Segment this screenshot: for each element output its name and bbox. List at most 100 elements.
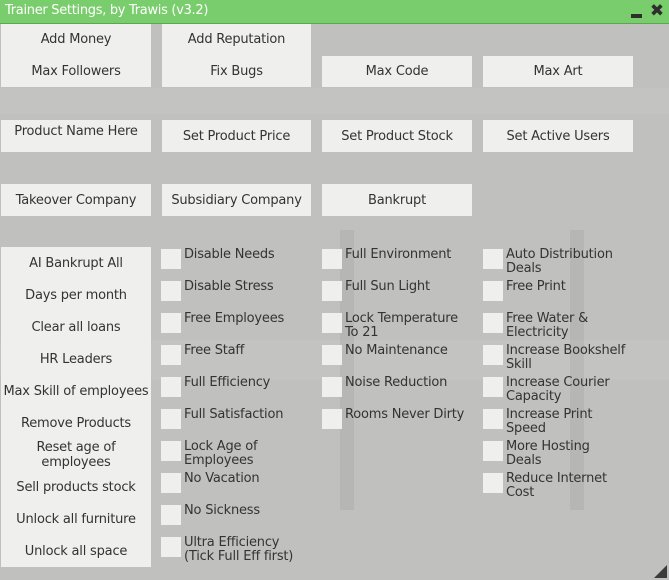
checkbox-increase-courier-capacity[interactable]: Increase Courier Capacity: [483, 376, 626, 404]
checkbox-label: Lock Age of Employees: [184, 439, 258, 468]
product-name-input[interactable]: Product Name Here: [1, 120, 151, 152]
checkbox-box[interactable]: [483, 409, 503, 429]
max-art-button[interactable]: Max Art: [483, 56, 633, 87]
resize-grip-icon[interactable]: [654, 565, 667, 578]
checkbox-no-vacation[interactable]: No Vacation: [161, 472, 319, 493]
checkbox-no-maintenance[interactable]: No Maintenance: [322, 344, 480, 365]
checkbox-box[interactable]: [483, 377, 503, 397]
checkbox-box[interactable]: [161, 441, 181, 461]
checkbox-box[interactable]: [322, 281, 342, 301]
checkbox-label: Increase Courier Capacity: [506, 375, 610, 404]
checkbox-free-employees[interactable]: Free Employees: [161, 312, 319, 333]
window-title: Trainer Settings, by Trawis (v3.2): [5, 3, 209, 18]
checkbox-box[interactable]: [322, 313, 342, 333]
subsidiary-company-button[interactable]: Subsidiary Company: [162, 184, 311, 216]
checkbox-label: Lock Temperature To 21: [345, 311, 458, 340]
checkbox-box[interactable]: [161, 505, 181, 525]
checkbox-box[interactable]: [483, 281, 503, 301]
checkbox-box[interactable]: [161, 249, 181, 269]
checkbox-no-sickness[interactable]: No Sickness: [161, 504, 319, 525]
checkbox-box[interactable]: [161, 345, 181, 365]
minimize-icon[interactable]: [630, 6, 644, 20]
set-product-stock-button[interactable]: Set Product Stock: [322, 120, 472, 152]
checkbox-label: Rooms Never Dirty: [345, 407, 465, 422]
background-scenery: [0, 88, 669, 114]
unlock-all-space-button[interactable]: Unlock all space: [1, 535, 151, 567]
checkbox-box[interactable]: [161, 537, 181, 557]
checkbox-label: Free Water & Electricity: [506, 311, 589, 340]
checkbox-label: Increase Print Speed: [506, 407, 593, 436]
checkbox-box[interactable]: [483, 249, 503, 269]
checkbox-label: No Maintenance: [345, 343, 448, 358]
ai-bankrupt-all-button[interactable]: AI Bankrupt All: [1, 247, 151, 279]
bankrupt-button[interactable]: Bankrupt: [322, 184, 472, 216]
checkbox-free-staff[interactable]: Free Staff: [161, 344, 319, 365]
checkbox-increase-print-speed[interactable]: Increase Print Speed: [483, 408, 606, 436]
title-bar[interactable]: Trainer Settings, by Trawis (v3.2) ✖: [0, 0, 669, 24]
checkbox-disable-needs[interactable]: Disable Needs: [161, 248, 319, 269]
checkbox-label: Full Efficiency: [184, 375, 271, 390]
checkbox-label: Reduce Internet Cost: [506, 471, 607, 500]
checkbox-box[interactable]: [483, 345, 503, 365]
checkbox-box[interactable]: [161, 313, 181, 333]
checkbox-free-print[interactable]: Free Print: [483, 280, 641, 301]
takeover-company-button[interactable]: Takeover Company: [1, 184, 151, 216]
checkbox-full-satisfaction[interactable]: Full Satisfaction: [161, 408, 319, 429]
checkbox-box[interactable]: [161, 377, 181, 397]
set-product-price-button[interactable]: Set Product Price: [162, 120, 311, 152]
add-reputation-button[interactable]: Add Reputation: [162, 24, 311, 55]
checkbox-box[interactable]: [483, 313, 503, 333]
remove-products-button[interactable]: Remove Products: [1, 407, 151, 439]
checkbox-label: More Hosting Deals: [506, 439, 590, 468]
checkbox-label: Increase Bookshelf Skill: [506, 343, 626, 372]
checkbox-rooms-never-dirty[interactable]: Rooms Never Dirty: [322, 408, 480, 429]
days-per-month-button[interactable]: Days per month: [1, 279, 151, 311]
max-code-button[interactable]: Max Code: [322, 56, 472, 87]
checkbox-noise-reduction[interactable]: Noise Reduction: [322, 376, 480, 397]
checkbox-box[interactable]: [322, 409, 342, 429]
checkbox-lock-age-of-employees[interactable]: Lock Age of Employees: [161, 440, 274, 468]
checkbox-free-water-electricity[interactable]: Free Water & Electricity: [483, 312, 606, 340]
reset-age-of-employees-button[interactable]: Reset age of employees: [1, 439, 151, 471]
set-active-users-button[interactable]: Set Active Users: [483, 120, 633, 152]
checkbox-label: Auto Distribution Deals: [506, 247, 613, 276]
max-skill-of-employees-button[interactable]: Max Skill of employees: [1, 375, 151, 407]
checkbox-box[interactable]: [483, 441, 503, 461]
checkbox-box[interactable]: [483, 473, 503, 493]
checkbox-ultra-efficiency[interactable]: Ultra Efficiency (Tick Full Eff first): [161, 536, 302, 564]
background-scenery: [340, 230, 354, 510]
checkbox-full-sun-light[interactable]: Full Sun Light: [322, 280, 480, 301]
checkbox-full-efficiency[interactable]: Full Efficiency: [161, 376, 319, 397]
checkbox-reduce-internet-cost[interactable]: Reduce Internet Cost: [483, 472, 611, 500]
checkbox-lock-temperature[interactable]: Lock Temperature To 21: [322, 312, 470, 340]
checkbox-box[interactable]: [161, 281, 181, 301]
checkbox-box[interactable]: [322, 249, 342, 269]
checkbox-increase-bookshelf-skill[interactable]: Increase Bookshelf Skill: [483, 344, 631, 372]
checkbox-disable-stress[interactable]: Disable Stress: [161, 280, 319, 301]
trainer-settings-window: Trainer Settings, by Trawis (v3.2) ✖ Add…: [0, 0, 669, 580]
fix-bugs-button[interactable]: Fix Bugs: [162, 55, 311, 87]
hr-leaders-button[interactable]: HR Leaders: [1, 343, 151, 375]
checkbox-label: Free Print: [506, 279, 566, 294]
max-followers-button[interactable]: Max Followers: [1, 55, 151, 87]
checkbox-full-environment[interactable]: Full Environment: [322, 248, 480, 269]
checkbox-label: Ultra Efficiency (Tick Full Eff first): [184, 535, 294, 564]
checkbox-box[interactable]: [322, 345, 342, 365]
checkbox-label: No Sickness: [184, 503, 260, 518]
checkbox-auto-distribution-deals[interactable]: Auto Distribution Deals: [483, 248, 626, 276]
unlock-all-furniture-button[interactable]: Unlock all furniture: [1, 503, 151, 535]
checkbox-label: Noise Reduction: [345, 375, 448, 390]
checkbox-label: Disable Stress: [184, 279, 274, 294]
checkbox-more-hosting-deals[interactable]: More Hosting Deals: [483, 440, 601, 468]
sell-products-stock-button[interactable]: Sell products stock: [1, 471, 151, 503]
add-money-button[interactable]: Add Money: [1, 24, 151, 55]
checkbox-label: Full Satisfaction: [184, 407, 284, 422]
checkbox-label: Free Staff: [184, 343, 245, 358]
checkbox-box[interactable]: [161, 409, 181, 429]
checkbox-box[interactable]: [161, 473, 181, 493]
close-icon[interactable]: ✖: [648, 2, 666, 20]
clear-all-loans-button[interactable]: Clear all loans: [1, 311, 151, 343]
checkbox-label: Full Sun Light: [345, 279, 430, 294]
checkbox-box[interactable]: [322, 377, 342, 397]
checkbox-label: Disable Needs: [184, 247, 275, 262]
